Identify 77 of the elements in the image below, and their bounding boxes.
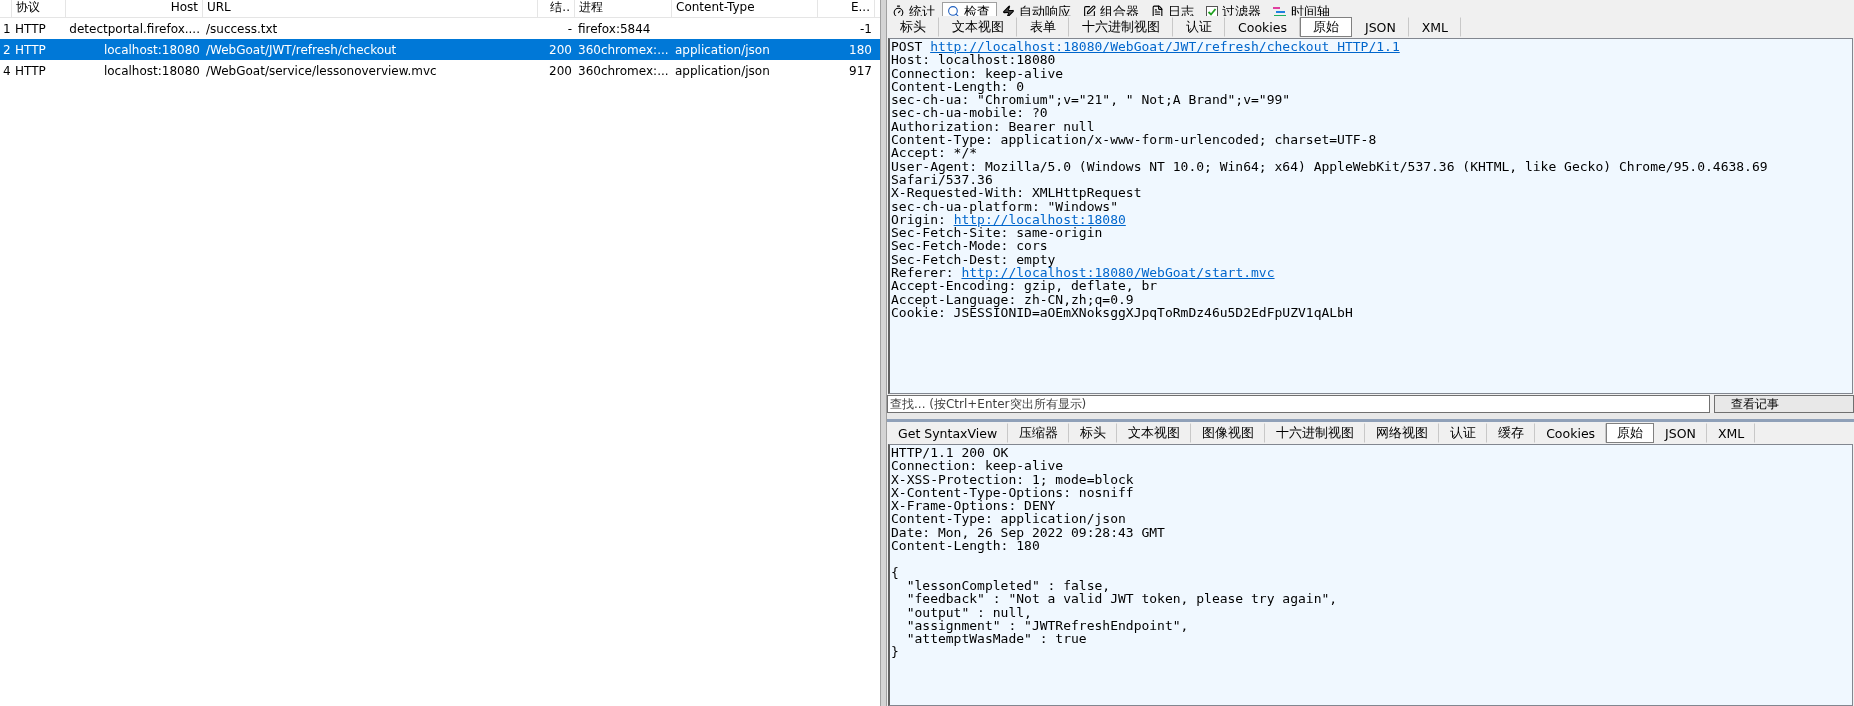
session-row[interactable]: 2 HTTP localhost:18080 /WebGoat/JWT/refresh/checkout 200 360chromex:... application/json 180 <box>0 39 880 60</box>
request-line: POST http://localhost:18080/WebGoat/JWT/refresh/checkout HTTP/1.1 <box>891 40 1401 54</box>
request-line: Safari/537.36 <box>891 172 993 187</box>
request-line: Referer: http://localhost:18080/WebGoat/start.mvc <box>891 266 1276 280</box>
response-line: X-Content-Type-Options: nosniff <box>891 485 1135 500</box>
session-row[interactable]: 1 HTTP detectportal.firefox.... /success.txt - firefox:5844 -1 <box>0 18 880 39</box>
column-header[interactable]: Host <box>66 0 203 17</box>
request-line: Connection: keep-alive <box>891 66 1065 80</box>
table-cell-text: 200 <box>548 63 573 78</box>
table-cell-text: HTTP <box>14 63 47 78</box>
request-line: sec-ch-ua: "Chromium";v="21", " Not;A Brand";v="99" <box>891 93 1292 107</box>
find-field[interactable]: 查找... (按Ctrl+Enter突出所有显示) <box>887 395 1710 413</box>
request-line: sec-ch-ua-mobile: ?0 <box>891 106 1048 120</box>
request-line: Sec-Fetch-Site: same-origin <box>891 226 1103 240</box>
column-header[interactable]: 结.. <box>538 0 575 17</box>
search-icon <box>947 5 960 16</box>
response-line: } <box>891 645 900 659</box>
table-cell-text: - <box>566 21 573 36</box>
session-row[interactable]: 4 HTTP localhost:18080 /WebGoat/service/lessonoverview.mvc 200 360chromex:... application/json 917 <box>0 60 880 81</box>
request-line: Accept: */* <box>891 146 978 160</box>
response-line: Content-Type: application/json <box>891 512 1127 526</box>
response-line: "attemptWasMade" : true <box>905 632 1087 646</box>
bolt-icon <box>1002 5 1015 16</box>
response-line: Date: Mon, 26 Sep 2022 09:28:43 GMT <box>891 525 1166 540</box>
table-cell-text: localhost:18080 <box>102 42 201 57</box>
view-tab[interactable]: 原始 <box>1299 17 1352 37</box>
response-line: HTTP/1.1 200 OK <box>891 446 1010 460</box>
table-cell-text: firefox:5844 <box>577 21 652 36</box>
request-line: User-Agent: Mozilla/5.0 (Windows NT 10.0; Win64; x64) AppleWebKit/537.36 (KHTML, like Gecko) Chrome/95.0.4638.69 <box>891 159 1769 173</box>
response-line: "output" : null, <box>905 605 1032 619</box>
table-cell-text: detectportal.firefox.... <box>68 21 201 36</box>
response-line: X-Frame-Options: DENY <box>891 499 1056 513</box>
pane-splitter[interactable] <box>887 413 1854 422</box>
notepad-button[interactable]: 查看记事 <box>1714 395 1854 413</box>
table-cell-text: 917 <box>848 63 873 78</box>
view-tab[interactable]: 原始 <box>1606 423 1655 443</box>
request-line: Authorization: Bearer null <box>891 119 1096 134</box>
request-line: Host: localhost:18080 <box>891 53 1056 67</box>
url-link[interactable]: http://localhost:18080/WebGoat/start.mvc <box>961 265 1275 281</box>
pen-icon <box>1083 5 1096 16</box>
response-line: { <box>891 565 900 579</box>
table-cell-text: /success.txt <box>205 21 279 36</box>
request-line: Sec-Fetch-Dest: empty <box>891 252 1056 267</box>
timeline-icon <box>1273 5 1287 16</box>
request-line: Accept-Encoding: gzip, deflate, br <box>891 279 1158 293</box>
table-cell-text: application/json <box>674 63 771 78</box>
column-header[interactable]: Content-Type <box>672 0 818 17</box>
table-cell-text: 2 <box>2 42 12 57</box>
table-cell-text: 360chromex:... <box>577 42 670 57</box>
response-line: Connection: keep-alive <box>891 459 1064 473</box>
table-cell-text: /WebGoat/service/lessonoverview.mvc <box>205 63 438 78</box>
table-cell-text: HTTP <box>14 42 47 57</box>
url-link[interactable]: http://localhost:18080/WebGoat/JWT/refresh/checkout HTTP/1.1 <box>930 39 1400 54</box>
column-header[interactable]: 进程 <box>575 0 672 17</box>
column-header[interactable]: 协议 <box>12 0 66 17</box>
table-cell-text: 4 <box>2 63 12 78</box>
table-cell-text: application/json <box>674 42 771 57</box>
response-line: Content-Length: 180 <box>891 539 1041 553</box>
pane-splitter[interactable] <box>880 0 887 706</box>
table-cell-text: 1 <box>2 21 12 36</box>
column-header[interactable]: E... <box>818 0 875 17</box>
table-cell-text: localhost:18080 <box>102 63 201 78</box>
table-cell-text: 360chromex:... <box>577 63 670 78</box>
table-cell-text: HTTP <box>14 21 47 36</box>
timer-icon <box>892 5 905 16</box>
request-line: X-Requested-With: XMLHttpRequest <box>891 186 1143 200</box>
request-line: Content-Type: application/x-www-form-urlencoded; charset=UTF-8 <box>891 133 1378 147</box>
response-line: "lessonCompleted" : false, <box>905 578 1112 593</box>
document-icon <box>1151 5 1164 16</box>
request-line: Cookie: JSESSIONID=aOEmXNoksggXJpqToRmDz46u5D2EdFpUZV1qALbH <box>891 305 1354 320</box>
column-header[interactable]: URL <box>203 0 538 17</box>
request-line: Sec-Fetch-Mode: cors <box>891 239 1048 253</box>
table-cell-text: /WebGoat/JWT/refresh/checkout <box>205 42 398 57</box>
table-cell-text: -1 <box>859 21 873 36</box>
table-cell-text: 180 <box>848 42 873 57</box>
table-cell-text: 200 <box>548 42 573 57</box>
response-line: "feedback" : "Not a valid JWT token, please try again", <box>905 592 1339 606</box>
